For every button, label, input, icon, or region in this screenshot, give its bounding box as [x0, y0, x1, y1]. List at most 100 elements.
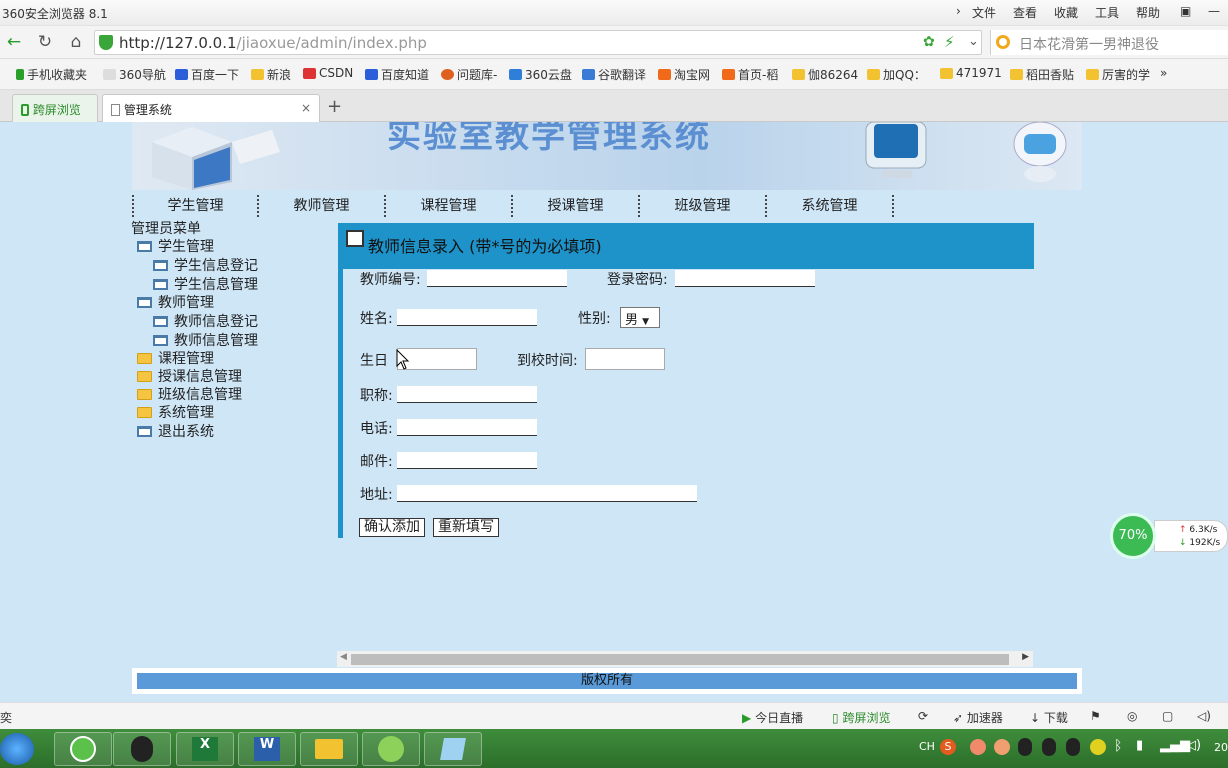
bookmark-item[interactable]: 百度一下 — [175, 66, 239, 83]
side-item-student-register[interactable]: 学生信息登记 — [153, 255, 258, 275]
clean-icon[interactable]: ◎ — [1127, 709, 1137, 723]
bookmark-item[interactable]: 淘宝网 — [658, 66, 710, 83]
skin-icon[interactable]: ▣ — [1180, 4, 1191, 18]
flag-icon[interactable]: ⚑ — [1090, 709, 1101, 723]
bookmark-item[interactable]: 伽86264 — [792, 66, 858, 83]
submit-button[interactable]: 确认添加 — [359, 518, 425, 537]
bookmark-item[interactable]: 谷歌翻译 — [582, 66, 646, 83]
taskbar-explorer-icon[interactable] — [300, 732, 358, 766]
back-icon[interactable]: ← — [3, 32, 25, 52]
side-item-logout[interactable]: 退出系统 — [137, 421, 214, 441]
device-icon[interactable]: ▮ — [1136, 738, 1143, 753]
side-item-teaching-info[interactable]: 授课信息管理 — [137, 366, 242, 386]
menu-file[interactable]: 文件 — [972, 4, 996, 21]
address-input[interactable] — [397, 485, 697, 502]
address-dropdown-icon[interactable]: ⌄ — [968, 34, 979, 49]
reload-site-icon[interactable]: ✿ — [923, 34, 935, 50]
taskbar-360browser-icon[interactable] — [54, 732, 112, 766]
bookmark-item[interactable]: 加QQ： — [867, 66, 926, 83]
tab-admin-system[interactable]: 管理系统 × — [102, 94, 320, 122]
side-item-course-management[interactable]: 课程管理 — [137, 348, 214, 368]
more-bookmarks-icon[interactable]: » — [1160, 66, 1167, 80]
bookmark-item[interactable]: 厉害的学 — [1086, 66, 1150, 83]
reset-button[interactable]: 重新填写 — [433, 518, 499, 537]
side-item-student-management[interactable]: 学生管理 — [137, 236, 214, 256]
phone-input[interactable] — [397, 419, 537, 436]
tray-qq-icon[interactable] — [1018, 738, 1032, 756]
taskbar-excel-icon[interactable]: X — [176, 732, 234, 766]
taskbar-app-icon[interactable] — [424, 732, 482, 766]
tray-pet-icon[interactable] — [970, 739, 986, 755]
email-input[interactable] — [397, 452, 537, 469]
bookmark-item[interactable]: 稻田香贴 — [1010, 66, 1074, 83]
side-item-teacher-management[interactable]: 教师管理 — [137, 292, 214, 312]
memory-percent[interactable]: 70% — [1110, 513, 1156, 559]
nav-teaching-management[interactable]: 授课管理 — [513, 195, 640, 217]
tray-qq-icon[interactable] — [1066, 738, 1080, 756]
scrollbar-thumb[interactable] — [351, 654, 1009, 665]
minimize-icon[interactable]: — — [1208, 4, 1220, 18]
status-refresh-icon[interactable]: ⟳ — [918, 709, 928, 723]
arrival-date-input[interactable] — [585, 348, 665, 370]
search-engine-icon[interactable] — [996, 35, 1010, 49]
search-box[interactable]: 日本花滑第一男神退役 — [990, 30, 1228, 55]
scroll-right-icon[interactable]: ▶ — [1022, 652, 1029, 662]
menu-chevron-icon[interactable]: › — [956, 4, 961, 18]
nav-teacher-management[interactable]: 教师管理 — [259, 195, 386, 217]
side-item-class-info[interactable]: 班级信息管理 — [137, 384, 242, 404]
home-icon[interactable]: ⌂ — [65, 32, 87, 52]
side-item-teacher-register[interactable]: 教师信息登记 — [153, 311, 258, 331]
close-tab-icon[interactable]: × — [301, 101, 311, 115]
taskbar-word-icon[interactable]: W — [238, 732, 296, 766]
name-input[interactable] — [397, 309, 537, 326]
new-tab-icon[interactable]: + — [327, 96, 342, 117]
taskbar-qq-icon[interactable] — [113, 732, 171, 766]
tray-360-icon[interactable] — [1090, 739, 1106, 755]
volume-icon[interactable]: ◁) — [1197, 709, 1211, 723]
refresh-icon[interactable]: ↻ — [34, 32, 56, 52]
gender-select[interactable]: 男 ▼ — [620, 307, 660, 328]
password-input[interactable] — [675, 270, 815, 287]
menu-help[interactable]: 帮助 — [1136, 4, 1160, 21]
network-speed-widget[interactable]: ↑ 6.3K/s ↓ 192K/s 70% — [1110, 513, 1228, 559]
bookmark-item[interactable]: 471971 — [940, 66, 1002, 80]
menu-favorites[interactable]: 收藏 — [1054, 4, 1078, 21]
bookmark-item[interactable]: 问题库- — [441, 66, 497, 83]
bookmark-item[interactable]: CSDN — [303, 66, 353, 80]
bookmark-item[interactable]: 手机收藏夹 — [16, 66, 87, 83]
bluetooth-icon[interactable]: ᛒ — [1114, 738, 1122, 754]
side-item-student-info[interactable]: 学生信息管理 — [153, 274, 258, 294]
search-input[interactable]: 日本花滑第一男神退役 — [1019, 34, 1159, 54]
status-download[interactable]: ↓ 下载 — [1030, 709, 1068, 726]
input-language[interactable]: CH — [919, 740, 935, 753]
title-input[interactable] — [397, 386, 537, 403]
start-icon[interactable] — [0, 733, 34, 765]
status-cross-screen[interactable]: ▯ 跨屏浏览 — [832, 709, 890, 726]
sogou-ime-icon[interactable]: S — [940, 739, 956, 755]
nav-course-management[interactable]: 课程管理 — [386, 195, 513, 217]
tab-cross-screen[interactable]: 跨屏浏览 — [12, 94, 98, 122]
speed-mode-icon[interactable]: ⚡ — [944, 33, 955, 51]
address-bar[interactable]: http://127.0.0.1/jiaoxue/admin/index.php… — [94, 30, 982, 55]
window-mode-icon[interactable]: ▢ — [1162, 709, 1173, 723]
side-item-system-management[interactable]: 系统管理 — [137, 402, 214, 422]
menu-view[interactable]: 查看 — [1013, 4, 1037, 21]
horizontal-scrollbar[interactable]: ◀ ▶ — [337, 651, 1033, 667]
bookmark-item[interactable]: 百度知道 — [365, 66, 429, 83]
tray-monkey-icon[interactable] — [994, 739, 1010, 755]
nav-student-management[interactable]: 学生管理 — [132, 195, 259, 217]
tray-qq-icon[interactable] — [1042, 738, 1056, 756]
teacher-no-input[interactable] — [427, 270, 567, 287]
bookmark-item[interactable]: 新浪 — [251, 66, 291, 83]
bookmark-item[interactable]: 360导航 — [103, 66, 166, 83]
speaker-icon[interactable]: ◁) — [1186, 738, 1201, 753]
taskbar-360-icon[interactable] — [362, 732, 420, 766]
status-live[interactable]: ▶ 今日直播 — [742, 709, 803, 726]
scroll-left-icon[interactable]: ◀ — [340, 652, 347, 662]
bookmark-item[interactable]: 首页-稻 — [722, 66, 778, 83]
side-item-teacher-info[interactable]: 教师信息管理 — [153, 330, 258, 350]
menu-tools[interactable]: 工具 — [1095, 4, 1119, 21]
status-accelerator[interactable]: ➶ 加速器 — [953, 709, 1003, 726]
bookmark-item[interactable]: 360云盘 — [509, 66, 572, 83]
nav-system-management[interactable]: 系统管理 — [767, 195, 894, 217]
